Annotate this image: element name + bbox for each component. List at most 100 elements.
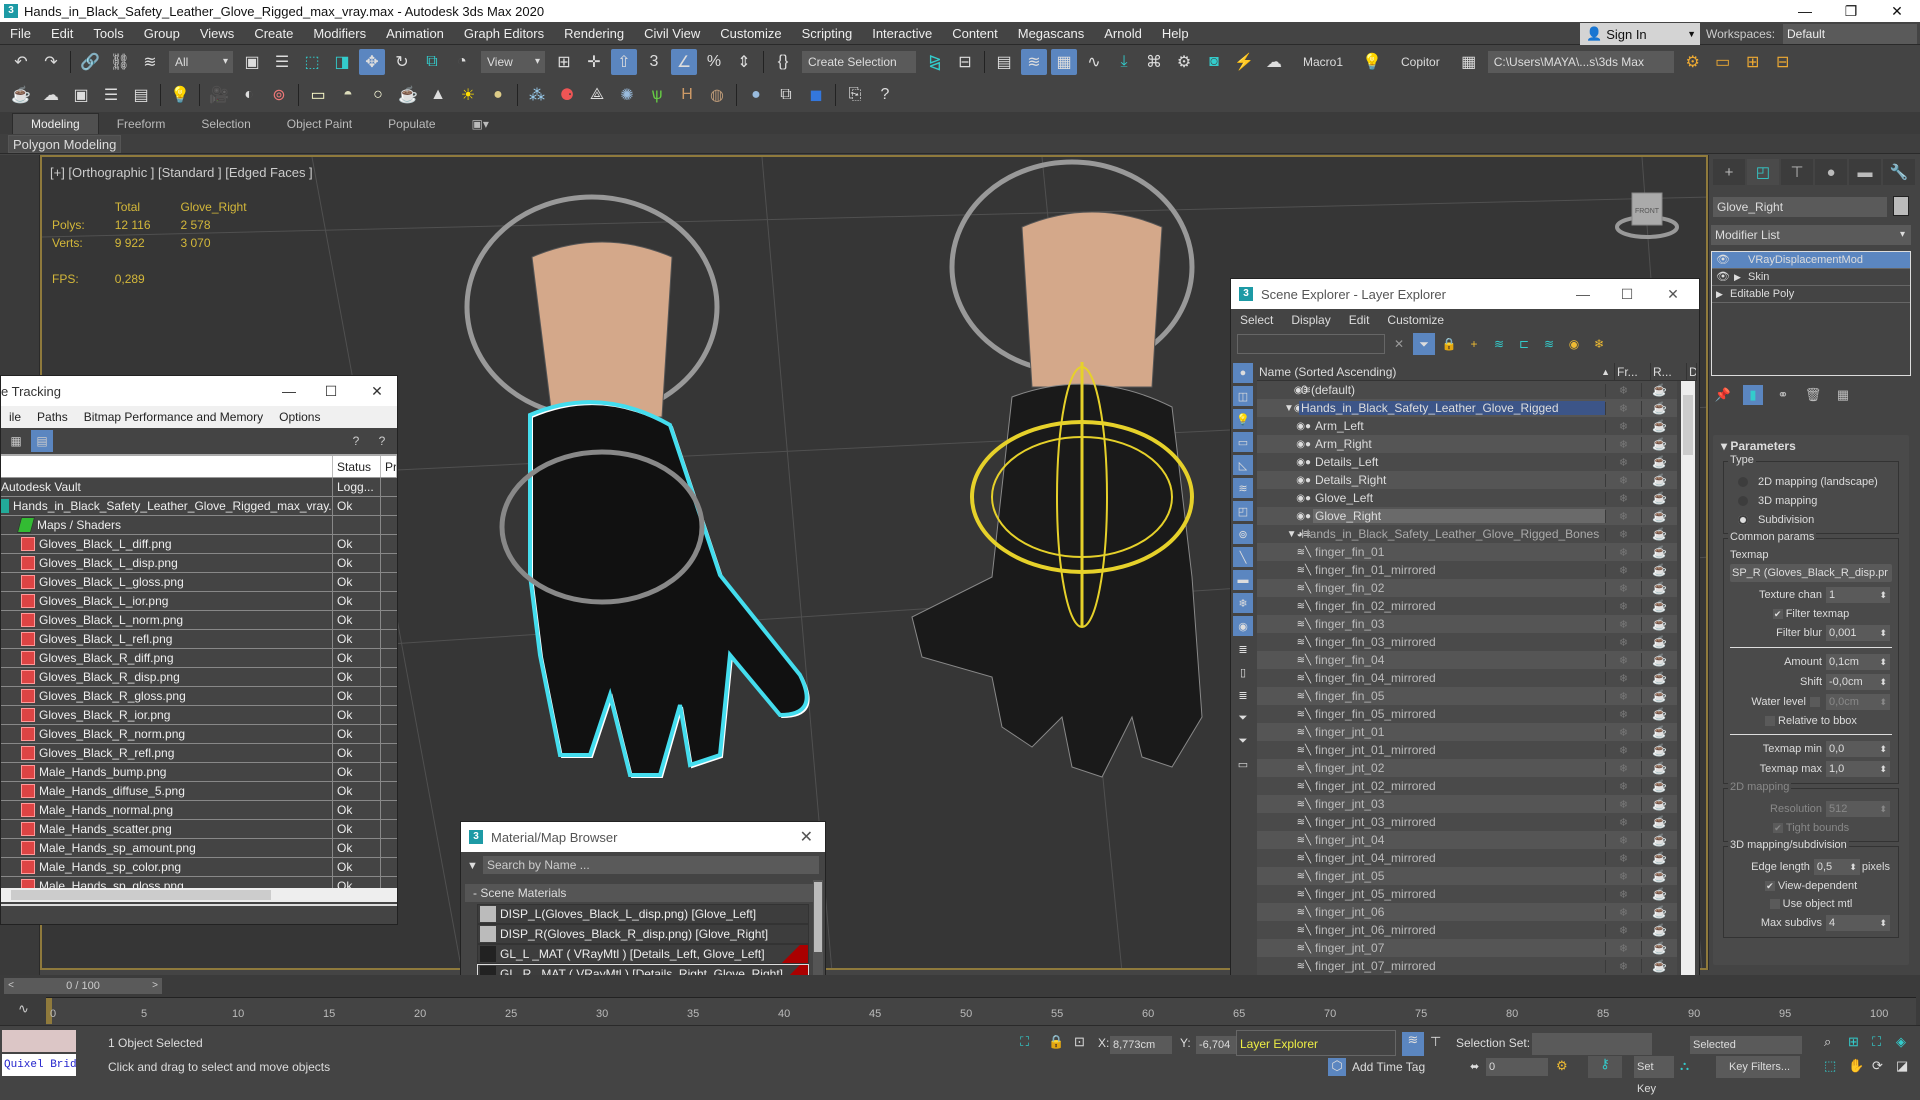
scene-object-name[interactable]: finger_jnt_03_mirrored <box>1313 815 1605 829</box>
filter-blur-spinner[interactable]: 0,001 <box>1826 625 1890 641</box>
vray-camera-icon[interactable]: ◐ <box>236 82 262 108</box>
macro1-button[interactable]: Macro1 <box>1303 55 1343 69</box>
help-icon[interactable]: ? <box>371 430 393 452</box>
selection-set-dropdown[interactable] <box>1532 1033 1652 1055</box>
display-lights-icon[interactable]: 💡 <box>1233 409 1253 429</box>
pivot-center-icon[interactable]: ⊞ <box>551 49 577 75</box>
scroll-thumb[interactable] <box>1683 395 1693 455</box>
freeze-snowflake-icon[interactable]: ❄ <box>1605 419 1641 433</box>
placement-icon[interactable]: ◔ <box>449 49 475 75</box>
isolate-selection-icon[interactable]: ⛶ <box>1020 1034 1029 1050</box>
renderable-teapot-icon[interactable]: ☕ <box>1641 959 1677 973</box>
asset-horizontal-scrollbar[interactable] <box>1 888 397 902</box>
prev-frame-button[interactable]: < <box>4 978 18 994</box>
scene-tree-row[interactable]: ≋ ╲ finger_fin_01_mirrored ❄ ☕ <box>1257 561 1677 579</box>
select-manipulate-icon[interactable]: ✛ <box>581 49 607 75</box>
scene-explorer-icon[interactable]: ▤ <box>991 49 1017 75</box>
renderable-teapot-icon[interactable]: ☕ <box>1641 383 1677 397</box>
asset-menu-paths[interactable]: Paths <box>37 410 68 424</box>
scene-search-input[interactable] <box>1237 334 1385 354</box>
scene-object-name[interactable]: finger_jnt_07 <box>1313 941 1605 955</box>
display-cameras-icon[interactable]: ▭ <box>1233 432 1253 452</box>
key-filters-button[interactable]: Key Filters... <box>1716 1056 1800 1078</box>
close-button[interactable]: ✕ <box>357 376 397 406</box>
display-helpers-icon[interactable]: ◺ <box>1233 455 1253 475</box>
freeze-snowflake-icon[interactable]: ❄ <box>1605 797 1641 811</box>
display-tab-icon[interactable]: ▬ <box>1849 159 1881 185</box>
ribbon-toggle-icon[interactable]: ▦ <box>1051 49 1077 75</box>
modify-tab-icon[interactable]: ◰ <box>1747 159 1779 185</box>
scene-tree-row[interactable]: ≋ ╲ finger_jnt_07 ❄ ☕ <box>1257 939 1677 957</box>
asset-row[interactable]: Gloves_Black_L_diff.png Ok <box>1 535 397 554</box>
asset-menu-options[interactable]: Options <box>279 410 320 424</box>
vray-ies-light-icon[interactable]: ▲ <box>425 82 451 108</box>
project-settings-icon[interactable]: ⚙ <box>1680 49 1706 75</box>
ribbon-options-icon[interactable]: ▣▾ <box>454 114 507 134</box>
time-configuration-icon[interactable]: ⚙ <box>1556 1058 1568 1074</box>
asset-tracking-titlebar[interactable]: e Tracking — ☐ ✕ <box>1 376 397 406</box>
renderable-teapot-icon[interactable]: ☕ <box>1641 761 1677 775</box>
scene-object-name[interactable]: finger_fin_04_mirrored <box>1313 671 1605 685</box>
freeze-snowflake-icon[interactable]: ❄ <box>1605 509 1641 523</box>
layer-explorer-toggle-icon[interactable]: ≋ <box>1402 1032 1424 1056</box>
eye-icon[interactable]: ◉ <box>1296 493 1305 504</box>
render-frame-icon[interactable]: ▣ <box>68 82 94 108</box>
unlink-icon[interactable]: ⛓ <box>107 49 133 75</box>
hierarchy-tab-icon[interactable]: ⊤ <box>1781 159 1813 185</box>
scene-object-name[interactable]: Glove_Right <box>1313 509 1605 523</box>
texmap-max-spinner[interactable]: 1,0 <box>1826 761 1890 777</box>
menu-megascans[interactable]: Megascans <box>1008 26 1094 41</box>
pan-hand-icon[interactable]: ✋ <box>1848 1058 1864 1074</box>
material-converter-icon[interactable]: ⧉ <box>773 82 799 108</box>
freeze-snowflake-icon[interactable]: ❄ <box>1605 707 1641 721</box>
reference-coord-dropdown[interactable]: View <box>481 51 545 73</box>
freeze-snowflake-icon[interactable]: ❄ <box>1605 815 1641 829</box>
type-radio-option[interactable]: 3D mapping <box>1730 491 1892 510</box>
camera-icon[interactable]: 🎥 <box>206 82 232 108</box>
menu-rendering[interactable]: Rendering <box>554 26 634 41</box>
scene-object-name[interactable]: finger_fin_05 <box>1313 689 1605 703</box>
tight-bounds-checkbox[interactable]: ✔ <box>1772 823 1783 833</box>
scene-object-name[interactable]: finger_jnt_03 <box>1313 797 1605 811</box>
freeze-snowflake-icon[interactable]: ❄ <box>1605 383 1641 397</box>
keyboard-shortcut-override-icon[interactable]: ⇧ <box>611 49 637 75</box>
cloud-icon[interactable]: ☁ <box>38 82 64 108</box>
key-mode-toggle-icon[interactable]: ⛬ <box>1680 1058 1689 1074</box>
create-tab-plus-icon[interactable]: + <box>1713 159 1745 185</box>
display-xrefs-icon[interactable]: ⊚ <box>1233 524 1253 544</box>
current-frame-spinner[interactable]: 0 <box>1486 1058 1548 1076</box>
expand-triangle-icon[interactable]: ▼ <box>1287 529 1297 540</box>
window-crossing-icon[interactable]: ◨ <box>329 49 355 75</box>
restore-button[interactable]: ❐ <box>1828 0 1874 22</box>
display-none-icon[interactable]: ▯ <box>1233 662 1253 682</box>
asset-path-field[interactable] <box>1 904 397 924</box>
zoom-region-icon[interactable]: ⬚ <box>1824 1058 1836 1074</box>
scene-object-name[interactable]: Details_Left <box>1313 455 1605 469</box>
zoom-extents-icon[interactable]: ⛶ <box>1872 1034 1881 1050</box>
modifier-stack-item[interactable]: 👁 VRayDisplacementMod <box>1712 252 1910 269</box>
motion-tab-icon[interactable]: ● <box>1815 159 1847 185</box>
scene-object-name[interactable]: Hands_in_Black_Safety_Leather_Glove_Rigg… <box>1299 527 1605 541</box>
renderable-teapot-icon[interactable]: ☕ <box>1641 617 1677 631</box>
snaps-toggle-icon[interactable]: 3 <box>641 49 667 75</box>
renderable-teapot-icon[interactable]: ☕ <box>1641 401 1677 415</box>
column-frozen[interactable]: Fr... <box>1615 363 1651 380</box>
column-renderable[interactable]: R... <box>1651 363 1687 380</box>
hair-farm-icon[interactable]: H <box>674 82 700 108</box>
freeze-snowflake-icon[interactable]: ❄ <box>1605 581 1641 595</box>
vray-mesh-light-icon[interactable]: ☕ <box>395 82 421 108</box>
display-frozen-icon[interactable]: ❄ <box>1233 593 1253 613</box>
asset-row[interactable]: Male_Hands_diffuse_5.png Ok <box>1 782 397 801</box>
filter-toggle-icon[interactable]: ⏷ <box>1413 333 1435 355</box>
maxscript-listener-mini[interactable] <box>2 1030 76 1052</box>
modifier-stack-item[interactable]: ▶ Editable Poly <box>1712 286 1910 303</box>
amount-spinner[interactable]: 0,1cm <box>1826 654 1890 670</box>
freeze-layer-icon[interactable]: ❄ <box>1588 333 1610 355</box>
renderable-teapot-icon[interactable]: ☕ <box>1641 527 1677 541</box>
ribbon-tab-modeling[interactable]: Modeling <box>12 113 99 134</box>
renderable-teapot-icon[interactable]: ☕ <box>1641 833 1677 847</box>
filter-settings-icon[interactable]: ⏷ <box>1233 708 1253 728</box>
dope-sheet-icon[interactable]: ⤓ <box>1111 49 1137 75</box>
minimize-button[interactable]: — <box>1782 0 1828 22</box>
angle-snap-icon[interactable]: ∠ <box>671 49 697 75</box>
